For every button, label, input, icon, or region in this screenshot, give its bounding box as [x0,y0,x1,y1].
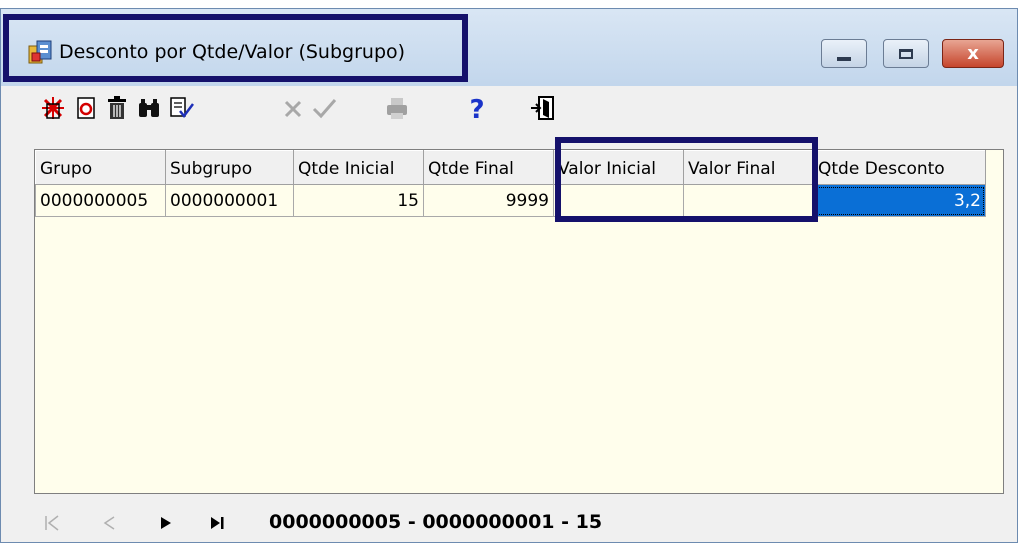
column-header-qtde-desconto[interactable]: Qtde Desconto [813,150,986,185]
last-icon [211,517,224,529]
close-icon: x [967,42,979,64]
next-icon [161,517,171,529]
checkmark-icon [312,99,337,119]
first-record-button[interactable] [38,509,66,537]
cell-qtde-final[interactable]: 9999 [423,184,554,217]
previous-icon [103,516,115,530]
grid-header-row: Grupo Subgrupo Qtde Inicial Qtde Final V… [35,150,986,185]
first-icon [45,515,59,531]
record-navigator: 0000000005 - 0000000001 - 15 [34,503,1004,543]
maximize-icon [899,48,913,59]
edit-record-button[interactable] [71,93,101,123]
table-row[interactable]: 0000000005 0000000001 15 9999 3,2 [35,184,986,217]
close-button[interactable]: x [942,39,1004,68]
column-header-qtde-final[interactable]: Qtde Final [423,150,554,185]
printer-icon [387,98,407,119]
validate-button[interactable] [166,93,196,123]
exit-button[interactable] [528,93,558,123]
column-header-qtde-inicial[interactable]: Qtde Inicial [293,150,424,185]
column-header-subgrupo[interactable]: Subgrupo [165,150,294,185]
cancel-button[interactable] [278,93,308,123]
search-button[interactable] [134,93,164,123]
previous-record-button[interactable] [95,509,123,537]
svg-text:?: ? [469,95,484,122]
record-status: 0000000005 - 0000000001 - 15 [269,511,603,533]
check-document-icon [170,97,194,119]
print-button[interactable] [382,93,412,123]
minimize-button[interactable] [821,39,867,68]
minimize-icon [837,56,851,61]
grid-table: Grupo Subgrupo Qtde Inicial Qtde Final V… [35,150,986,217]
title-highlight-box [3,14,468,82]
next-record-button[interactable] [151,509,179,537]
delete-record-button[interactable] [102,93,132,123]
data-grid[interactable]: Grupo Subgrupo Qtde Inicial Qtde Final V… [34,149,1004,494]
x-icon [284,100,302,118]
binoculars-icon [139,99,159,117]
new-record-button[interactable] [38,93,68,123]
toolbar: ? [1,86,1017,130]
cell-qtde-inicial[interactable]: 15 [293,184,424,217]
cell-qtde-desconto[interactable]: 3,2 [813,184,986,217]
last-record-button[interactable] [203,509,231,537]
help-button[interactable]: ? [462,93,492,123]
edit-icon [77,97,95,119]
question-icon: ? [469,95,484,122]
confirm-button[interactable] [309,93,339,123]
app-window: Desconto por Qtde/Valor (Subgrupo) x ? G… [0,8,1018,543]
new-icon [42,97,64,119]
columns-highlight-box [555,137,818,222]
exit-door-icon [531,96,554,120]
cell-subgrupo[interactable]: 0000000001 [165,184,294,217]
title-bar[interactable]: Desconto por Qtde/Valor (Subgrupo) x [1,9,1017,86]
maximize-button[interactable] [883,39,929,68]
column-header-grupo[interactable]: Grupo [35,150,166,185]
cell-grupo[interactable]: 0000000005 [35,184,166,217]
trash-icon [108,96,126,119]
